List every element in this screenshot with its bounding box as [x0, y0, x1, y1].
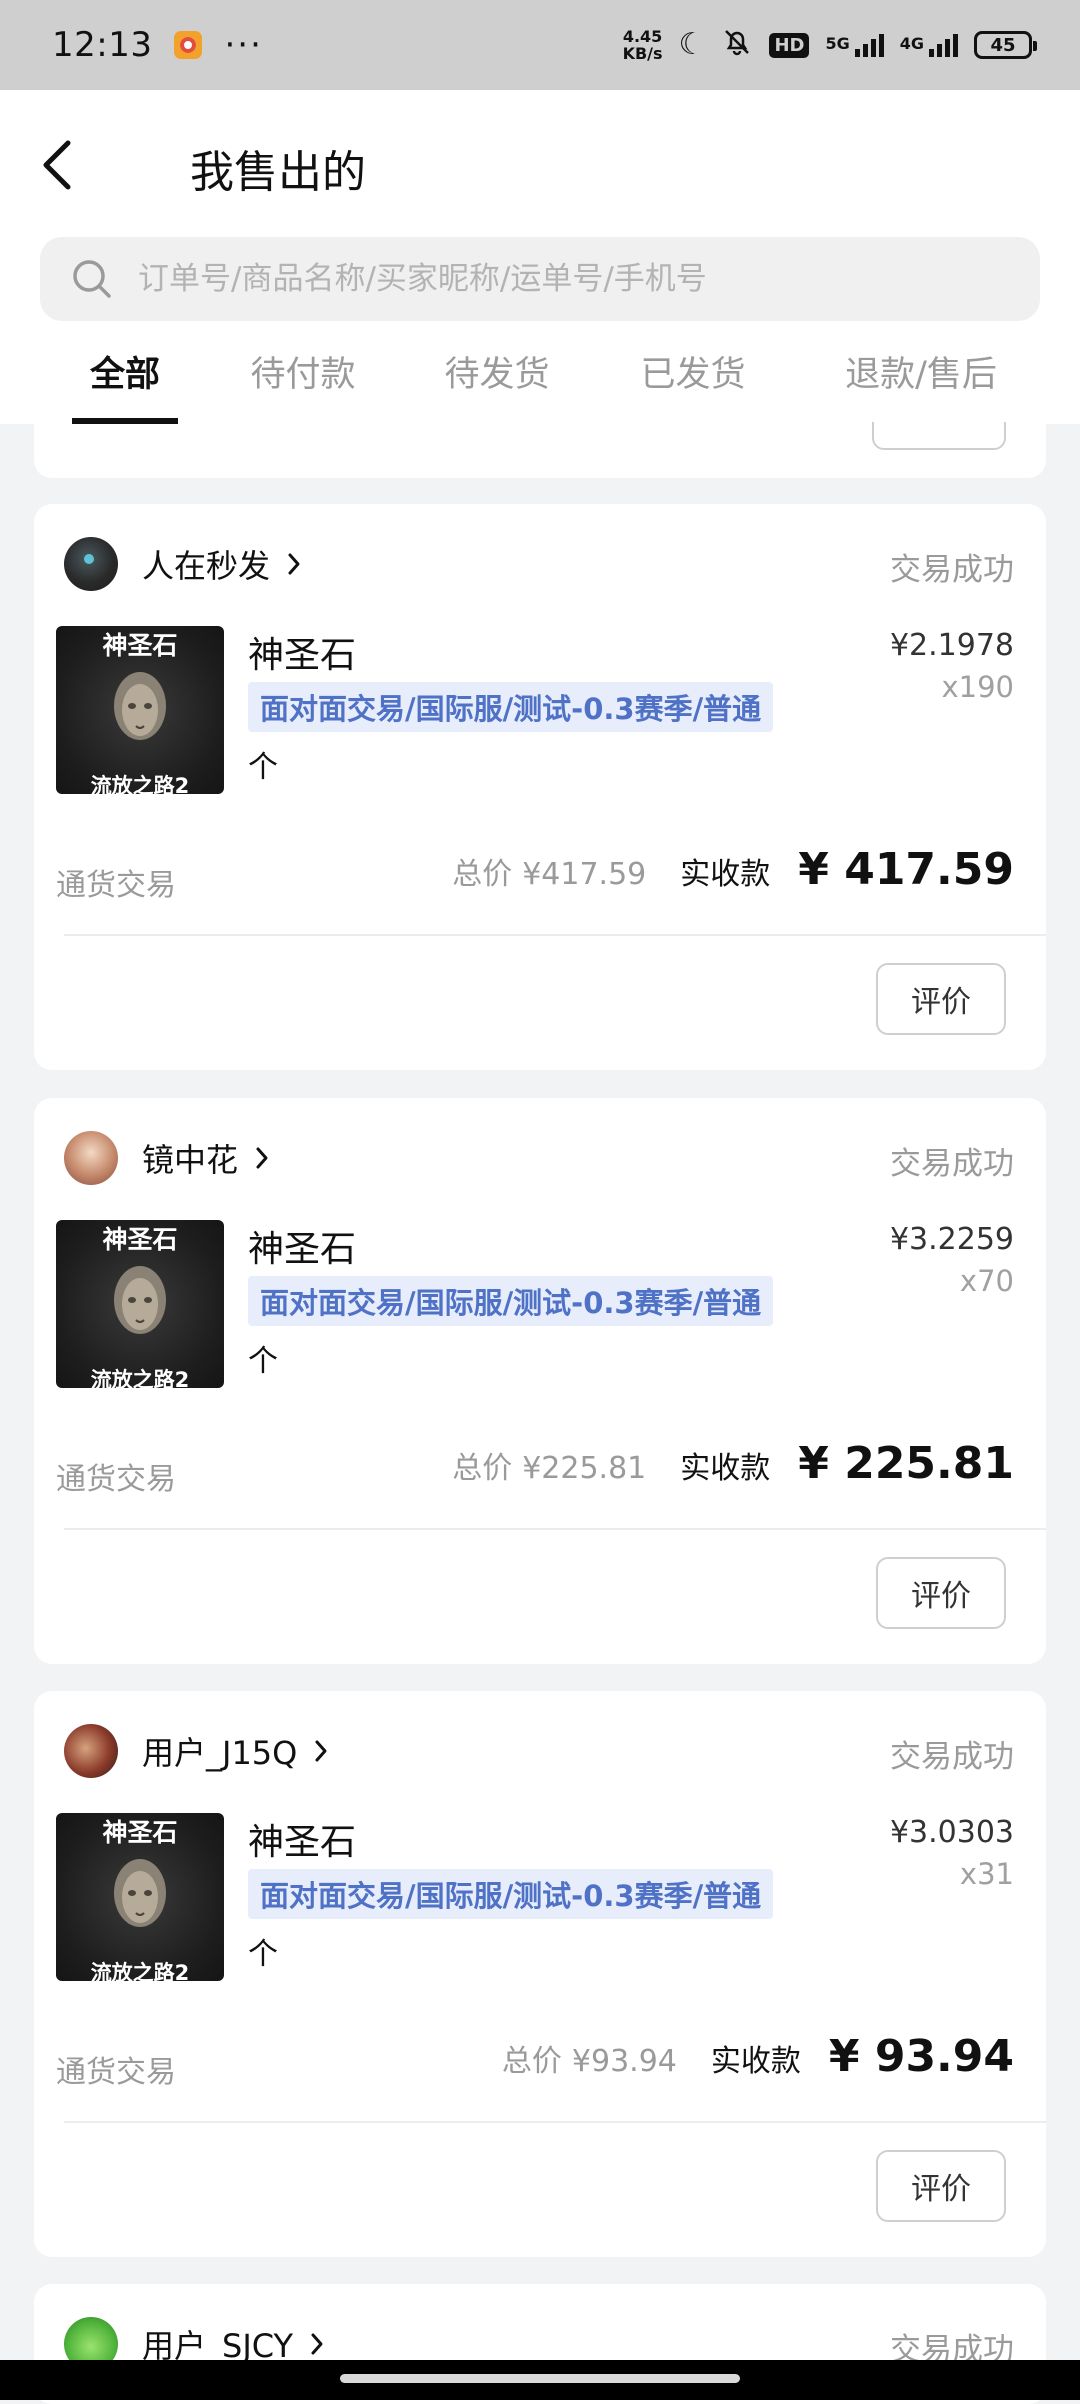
- buyer-name: 人在秒发: [142, 547, 271, 585]
- avatar: [64, 537, 118, 591]
- buyer-link[interactable]: 镜中花: [64, 1130, 270, 1186]
- chevron-right-icon: [311, 2333, 323, 2355]
- total-label: 总价: [452, 857, 513, 892]
- product-unit: 个: [248, 750, 278, 785]
- trade-type: 通货交易: [56, 1462, 176, 1497]
- search-icon: [73, 260, 111, 298]
- divider: [64, 2121, 1046, 2123]
- trade-type: 通货交易: [56, 2055, 176, 2090]
- order-totals: 总价 ¥225.81 实收款 ¥ 225.81: [452, 1438, 1014, 1489]
- order-status: 交易成功: [890, 552, 1014, 588]
- buyer-link[interactable]: 用户_J15Q: [64, 1723, 329, 1779]
- trade-type: 通货交易: [56, 868, 176, 903]
- hd-badge: HD: [769, 32, 810, 58]
- tab-refund-aftersale[interactable]: 退款/售后: [826, 330, 1016, 424]
- moon-icon: ☾: [678, 27, 706, 62]
- received-label: 实收款: [680, 1451, 771, 1486]
- quantity: x31: [959, 1857, 1014, 1891]
- tab-shipped[interactable]: 已发货: [630, 330, 756, 424]
- product-unit: 个: [248, 1344, 278, 1379]
- divine-orb-icon: [114, 1266, 166, 1334]
- buyer-link[interactable]: 人在秒发: [64, 536, 302, 592]
- quantity: x190: [941, 670, 1014, 704]
- product-name: 神圣石: [248, 1822, 357, 1863]
- back-button[interactable]: [36, 132, 80, 198]
- avatar: [64, 1131, 118, 1185]
- rate-button[interactable]: 评价: [876, 1557, 1006, 1629]
- search-input[interactable]: [136, 260, 1020, 298]
- divine-orb-icon: [114, 672, 166, 740]
- total-price: ¥417.59: [522, 857, 647, 892]
- product-name: 神圣石: [248, 635, 357, 676]
- divider: [64, 1528, 1046, 1530]
- page-header: 我售出的 全部 待付款 待发货 已发货 退款/售后: [0, 90, 1080, 424]
- signal-5g-icon: 5G: [825, 33, 884, 57]
- product-name: 神圣石: [248, 1229, 357, 1270]
- total-label: 总价: [501, 2044, 562, 2079]
- product-thumbnail[interactable]: 神圣石 流放之路2: [56, 1220, 224, 1388]
- avatar: [64, 1724, 118, 1778]
- order-status: 交易成功: [890, 1739, 1014, 1775]
- received-amount: ¥ 417.59: [798, 844, 1014, 895]
- battery-icon: 45: [974, 31, 1037, 59]
- product-thumbnail[interactable]: 神圣石 流放之路2: [56, 1813, 224, 1981]
- order-status: 交易成功: [890, 1146, 1014, 1182]
- chevron-right-icon: [315, 1740, 327, 1762]
- buyer-name: 用户_J15Q: [142, 1734, 298, 1772]
- tab-pending-payment[interactable]: 待付款: [240, 330, 366, 424]
- mute-bell-icon: [721, 26, 753, 64]
- chevron-left-icon: [43, 140, 71, 190]
- product-tag: 面对面交易/国际服/测试-0.3赛季/普通: [248, 682, 774, 732]
- unit-price: ¥3.2259: [889, 1222, 1014, 1257]
- divine-orb-icon: [114, 1859, 166, 1927]
- status-time: 12:13: [52, 25, 153, 65]
- order-card: 镜中花 交易成功 神圣石 流放之路2 神圣石 面对面交易/国际服/测试-0.3赛…: [34, 1098, 1046, 1664]
- order-totals: 总价 ¥93.94 实收款 ¥ 93.94: [502, 2031, 1014, 2082]
- total-label: 总价: [452, 1451, 513, 1486]
- tab-all[interactable]: 全部: [72, 330, 178, 424]
- received-amount: ¥ 225.81: [798, 1438, 1014, 1489]
- quantity: x70: [959, 1264, 1014, 1298]
- product-tag: 面对面交易/国际服/测试-0.3赛季/普通: [248, 1869, 774, 1919]
- product-thumbnail[interactable]: 神圣石 流放之路2: [56, 626, 224, 794]
- status-bar: 12:13 ··· 4.45 KB/s ☾ HD 5G 4G 45: [0, 0, 1080, 90]
- total-price: ¥93.94: [571, 2044, 677, 2079]
- divider: [64, 934, 1046, 936]
- system-nav-bar: [0, 2360, 1080, 2400]
- received-label: 实收款: [680, 857, 771, 892]
- previous-order-card: [34, 422, 1046, 478]
- home-gesture-handle[interactable]: [340, 2374, 740, 2383]
- unit-price: ¥3.0303: [889, 1815, 1014, 1850]
- order-card: 用户_J15Q 交易成功 神圣石 流放之路2 神圣石 面对面交易/国际服/测试-…: [34, 1691, 1046, 2257]
- rate-button[interactable]: 评价: [876, 963, 1006, 1035]
- total-price: ¥225.81: [522, 1451, 647, 1486]
- order-card: 人在秒发 交易成功 神圣石 流放之路2 神圣石 面对面交易/国际服/测试-0.3…: [34, 504, 1046, 1070]
- product-tag: 面对面交易/国际服/测试-0.3赛季/普通: [248, 1276, 774, 1326]
- page-title: 我售出的: [190, 147, 366, 198]
- product-unit: 个: [248, 1937, 278, 1972]
- buyer-name: 镜中花: [142, 1141, 239, 1179]
- order-totals: 总价 ¥417.59 实收款 ¥ 417.59: [452, 844, 1014, 895]
- search-bar[interactable]: [40, 237, 1040, 321]
- rate-button[interactable]: 评价: [876, 2150, 1006, 2222]
- network-speed: 4.45 KB/s: [622, 27, 663, 63]
- received-label: 实收款: [710, 2044, 801, 2079]
- received-amount: ¥ 93.94: [828, 2031, 1014, 2082]
- signal-4g-icon: 4G: [900, 33, 958, 57]
- unit-price: ¥2.1978: [889, 628, 1014, 663]
- chevron-right-icon: [256, 1147, 268, 1169]
- order-status-tabs: 全部 待付款 待发货 已发货 退款/售后: [0, 330, 1080, 424]
- tab-pending-shipment[interactable]: 待发货: [434, 330, 560, 424]
- more-notifications-icon: ···: [224, 25, 263, 65]
- app-notification-icon: [174, 31, 203, 59]
- previous-rate-button[interactable]: [872, 422, 1006, 450]
- chevron-right-icon: [288, 553, 300, 575]
